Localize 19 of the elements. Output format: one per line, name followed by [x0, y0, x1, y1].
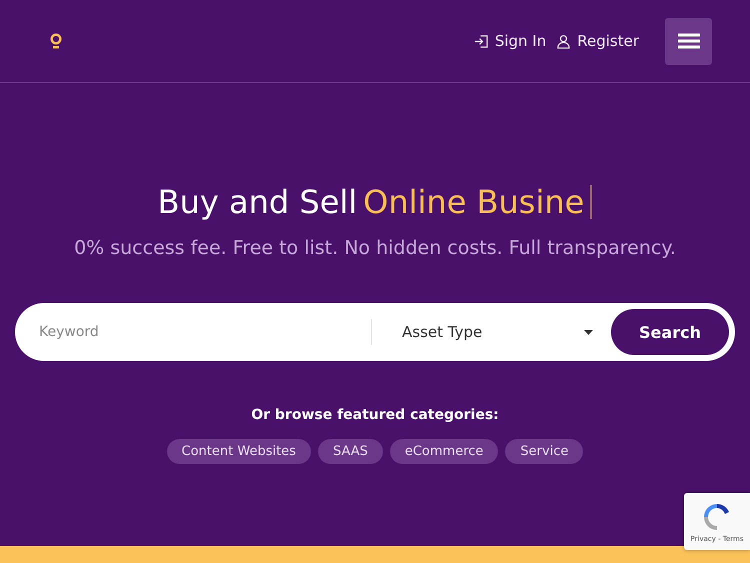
hero-title: Buy and Sell [158, 183, 358, 221]
asset-type-select[interactable]: Asset Type [371, 319, 611, 345]
hero-subtitle: 0% success fee. Free to list. No hidden costs. Full transparency. [74, 237, 676, 259]
search-button[interactable]: Search [611, 309, 729, 355]
category-chip[interactable]: SAAS [318, 439, 383, 464]
sign-in-icon [474, 34, 489, 48]
menu-button[interactable] [665, 18, 712, 64]
caret-icon [584, 330, 593, 334]
menu-icon [678, 33, 700, 49]
category-chip[interactable]: eCommerce [390, 439, 498, 464]
hero-title-highlight: Online Busine [363, 183, 584, 221]
logo-icon [50, 33, 62, 49]
sign-in-link[interactable]: Sign In [474, 32, 546, 50]
category-chip[interactable]: Service [505, 439, 584, 464]
category-chip[interactable]: Content Websites [166, 439, 311, 464]
register-link[interactable]: Register [556, 32, 639, 50]
user-icon [556, 34, 572, 48]
categories-heading: Or browse featured categories: [251, 407, 499, 423]
text-cursor [590, 185, 592, 219]
